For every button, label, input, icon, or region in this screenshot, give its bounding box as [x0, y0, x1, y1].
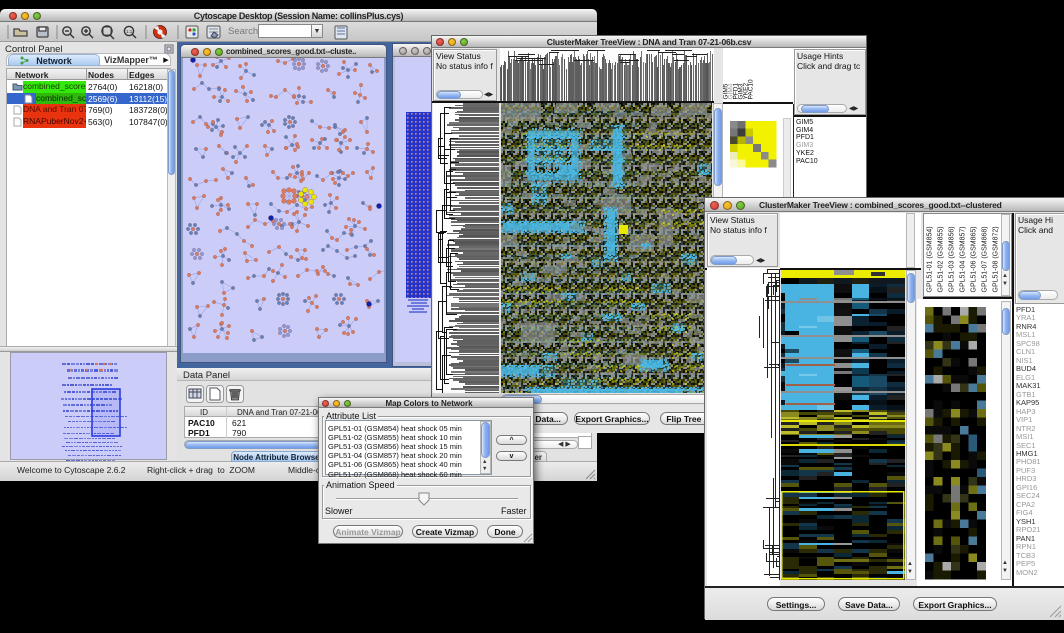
svg-text:1:1: 1:1 [126, 29, 133, 34]
